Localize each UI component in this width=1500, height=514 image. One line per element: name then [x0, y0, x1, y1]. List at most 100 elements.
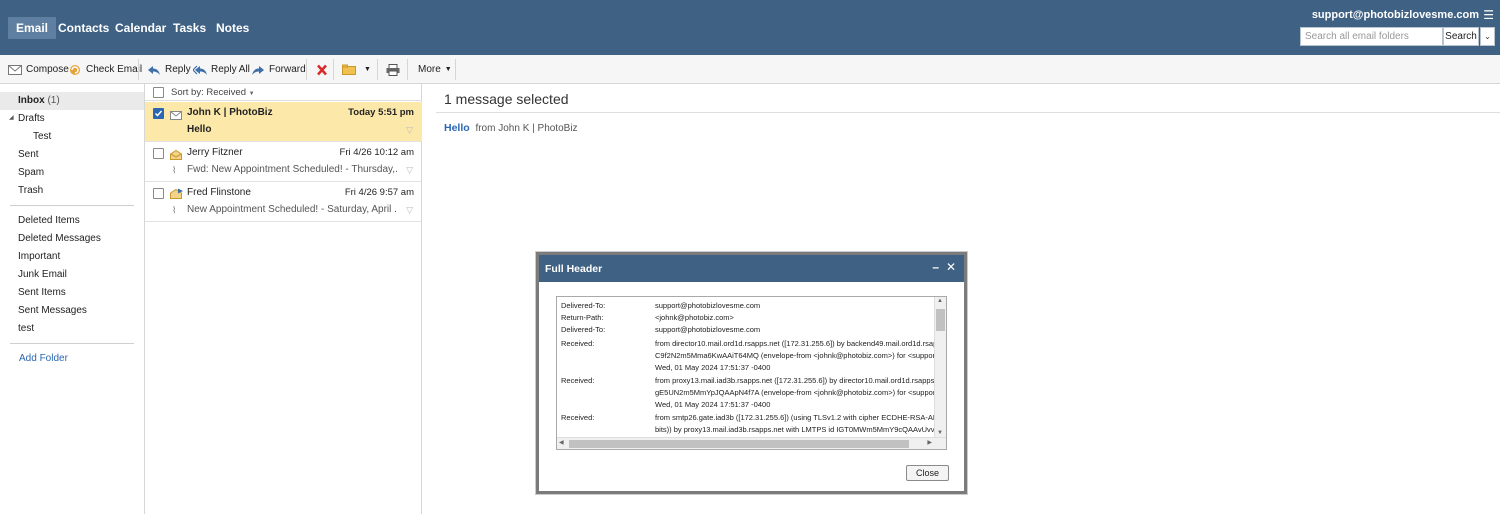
delete-button[interactable] [315, 62, 329, 78]
tab-contacts[interactable]: Contacts [58, 17, 109, 39]
reading-pane-divider [436, 112, 1500, 113]
forward-label: Forward [269, 64, 306, 75]
toolbar-divider [306, 59, 307, 80]
selected-count-text: 1 message selected [444, 91, 569, 107]
folder-drafts[interactable]: Drafts [18, 110, 45, 128]
header-value: from proxy13.mail.iad3b.rsapps.net ([172… [655, 376, 937, 385]
close-icon[interactable]: ✕ [946, 260, 956, 274]
sort-label: Sort by: Received [171, 87, 246, 98]
search-options-dropdown[interactable]: ⌄ [1480, 27, 1495, 46]
folder-spam[interactable]: Spam [18, 164, 44, 182]
message-checkbox[interactable] [153, 148, 164, 159]
caret-down-icon: ▼ [444, 66, 452, 73]
message-checkbox[interactable] [153, 188, 164, 199]
folder-inbox[interactable]: Inbox (1) [18, 92, 60, 110]
message-date: Fri 4/26 9:57 am [344, 187, 414, 198]
scroll-up-icon[interactable]: ▲ [937, 298, 943, 304]
full-header-dialog: Full Header – ✕ Delivered-To: support@pho… [536, 252, 967, 494]
compose-button[interactable]: Compose [8, 62, 69, 78]
select-all-checkbox[interactable] [153, 87, 164, 98]
message-subject: Hello [187, 124, 212, 135]
message-checkbox-checked[interactable] [153, 108, 164, 119]
printer-icon [386, 64, 400, 76]
sort-dropdown[interactable]: Sort by: Received ▼ [171, 87, 255, 98]
message-sender: John K | PhotoBiz [187, 107, 273, 118]
more-actions-button[interactable]: More ▼ [418, 62, 452, 78]
toolbar-divider [455, 59, 456, 80]
header-key: Received: [561, 339, 595, 348]
check-email-button[interactable]: Check Email [68, 62, 142, 78]
toolbar-divider [407, 59, 408, 80]
scroll-left-icon[interactable]: ◀ [559, 439, 564, 446]
chevron-down-icon: ⌄ [1484, 32, 1491, 41]
header-value: from director10.mail.ord1d.rsapps.net ([… [655, 339, 938, 348]
print-button[interactable] [386, 62, 400, 78]
collapse-triangle-icon[interactable]: ◢ [9, 114, 14, 121]
reply-all-label: Reply All [211, 64, 250, 75]
menu-icon[interactable]: ☰ [1483, 8, 1494, 22]
header-value: Wed, 01 May 2024 17:51:37 -0400 [655, 363, 771, 372]
vertical-scrollbar[interactable]: ▲ ▼ [934, 297, 946, 437]
header-text-area[interactable]: Delivered-To: support@photobizlovesme.com… [556, 296, 947, 450]
forwarded-envelope-icon [170, 188, 184, 202]
toolbar-divider [138, 59, 139, 80]
message-row[interactable]: John K | PhotoBiz Today 5:51 pm Hello ▽ [145, 102, 422, 142]
check-email-label: Check Email [86, 64, 143, 75]
header-value: <johnk@photobiz.com> [655, 313, 734, 322]
message-row[interactable]: Fred Flinstone Fri 4/26 9:57 am ⌇ New Ap… [145, 182, 422, 222]
reply-all-button[interactable]: Reply All [192, 62, 250, 78]
header-key: Delivered-To: [561, 325, 606, 334]
reply-label: Reply [165, 64, 191, 75]
header-key: Received: [561, 413, 595, 422]
minimize-icon[interactable]: – [932, 260, 939, 274]
message-row[interactable]: Jerry Fitzner Fri 4/26 10:12 am ⌇ Fwd: N… [145, 142, 422, 182]
close-button[interactable]: Close [906, 465, 949, 481]
flag-icon[interactable]: ▽ [406, 165, 413, 176]
folder-sent[interactable]: Sent [18, 146, 39, 164]
tab-calendar[interactable]: Calendar [115, 17, 166, 39]
forward-arrow-icon [251, 64, 265, 76]
folder-important[interactable]: Important [18, 248, 60, 266]
refresh-icon [68, 64, 82, 76]
flag-icon[interactable]: ▽ [406, 125, 413, 136]
header-value: support@photobizlovesme.com [655, 325, 761, 334]
move-to-folder-button[interactable]: ▼ [342, 62, 371, 78]
header-key: Delivered-To: [561, 301, 606, 310]
reply-button[interactable]: Reply [147, 62, 191, 78]
scroll-right-icon[interactable]: ▶ [927, 439, 932, 446]
search-input[interactable] [1300, 27, 1443, 46]
folder-drafts-test[interactable]: Test [33, 128, 51, 146]
header-value: support@photobizlovesme.com [655, 301, 761, 310]
tab-email[interactable]: Email [8, 17, 57, 39]
folder-junk-email[interactable]: Junk Email [18, 266, 67, 284]
tab-tasks[interactable]: Tasks [173, 17, 206, 39]
inbox-label: Inbox [18, 95, 45, 106]
inbox-unread-count: (1) [47, 95, 60, 106]
message-subject: Fwd: New Appointment Scheduled! - Thursd… [187, 164, 397, 175]
search-button[interactable]: Search [1443, 27, 1479, 46]
envelope-icon [8, 64, 22, 76]
scroll-down-icon[interactable]: ▼ [937, 430, 943, 436]
horizontal-scroll-thumb[interactable] [569, 440, 909, 448]
folder-trash[interactable]: Trash [18, 182, 43, 200]
horizontal-scrollbar[interactable]: ◀ ▶ [557, 437, 946, 449]
toolbar-divider [377, 59, 378, 80]
message-sender: Jerry Fitzner [187, 147, 243, 158]
selected-message-subject-link[interactable]: Hello [444, 122, 470, 134]
folder-deleted-items[interactable]: Deleted Items [18, 212, 80, 230]
forward-button[interactable]: Forward [251, 62, 306, 78]
caret-down-icon: ▼ [364, 66, 371, 73]
folder-deleted-messages[interactable]: Deleted Messages [18, 230, 101, 248]
header-key: Return-Path: [561, 313, 604, 322]
dialog-title-bar[interactable]: Full Header – ✕ [539, 255, 964, 282]
tab-notes[interactable]: Notes [216, 17, 249, 39]
folder-sent-items[interactable]: Sent Items [18, 284, 66, 302]
folder-test[interactable]: test [18, 320, 34, 338]
folder-sent-messages[interactable]: Sent Messages [18, 302, 87, 320]
account-email[interactable]: support@photobizlovesme.com [1312, 9, 1479, 21]
vertical-scroll-thumb[interactable] [936, 309, 945, 331]
toolbar-divider [333, 59, 334, 80]
flag-icon[interactable]: ▽ [406, 205, 413, 216]
folder-sidebar: Inbox (1) ◢ Drafts Test Sent Spam Trash … [0, 84, 145, 514]
add-folder-link[interactable]: Add Folder [19, 350, 68, 368]
